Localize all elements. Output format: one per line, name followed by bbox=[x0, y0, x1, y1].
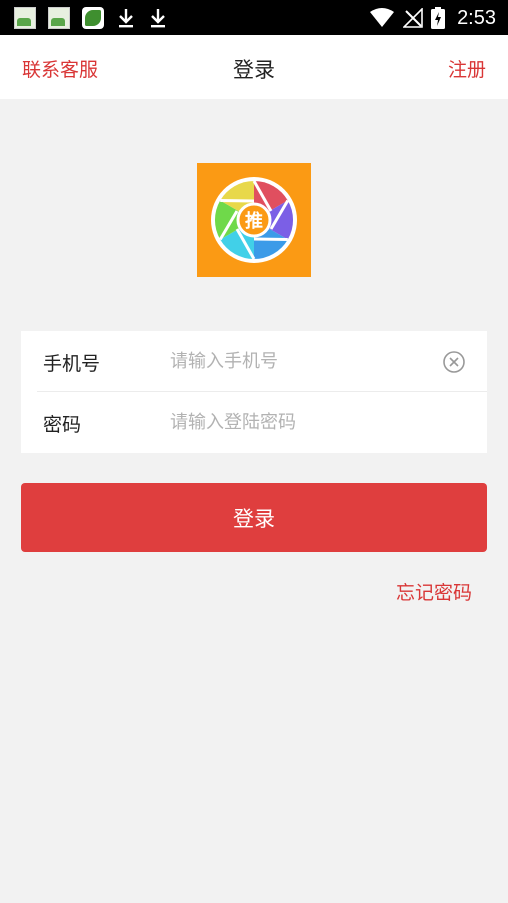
download-icon bbox=[119, 9, 133, 28]
status-bar: 2:53 bbox=[0, 0, 508, 35]
image-notification-icon bbox=[14, 7, 36, 29]
logo-text: 推 bbox=[245, 210, 263, 232]
battery-charging-icon bbox=[431, 7, 446, 29]
forgot-password-link[interactable]: 忘记密码 bbox=[396, 578, 472, 605]
header: 联系客服 登录 注册 bbox=[0, 35, 508, 99]
phone-row: 手机号 bbox=[21, 331, 487, 392]
no-signal-icon bbox=[403, 8, 423, 28]
download-icon bbox=[151, 9, 165, 28]
login-button[interactable]: 登录 bbox=[21, 483, 487, 552]
phone-label: 手机号 bbox=[43, 353, 101, 375]
image-notification-icon bbox=[48, 7, 70, 29]
password-input[interactable] bbox=[170, 404, 430, 440]
wifi-icon bbox=[370, 8, 395, 27]
system-icons: 2:53 bbox=[369, 6, 496, 30]
register-link[interactable]: 注册 bbox=[448, 55, 486, 82]
app-logo: 推 bbox=[197, 163, 311, 277]
login-form: 手机号 密码 bbox=[21, 331, 487, 453]
status-time: 2:53 bbox=[457, 6, 496, 29]
clear-icon[interactable] bbox=[442, 350, 466, 374]
password-row: 密码 bbox=[21, 392, 487, 452]
page-title: 登录 bbox=[233, 58, 275, 82]
password-label: 密码 bbox=[43, 414, 82, 436]
notification-icons bbox=[14, 6, 168, 30]
aperture-logo-icon: 推 bbox=[211, 177, 297, 263]
app-notification-icon bbox=[82, 7, 104, 29]
phone-input[interactable] bbox=[170, 343, 430, 379]
